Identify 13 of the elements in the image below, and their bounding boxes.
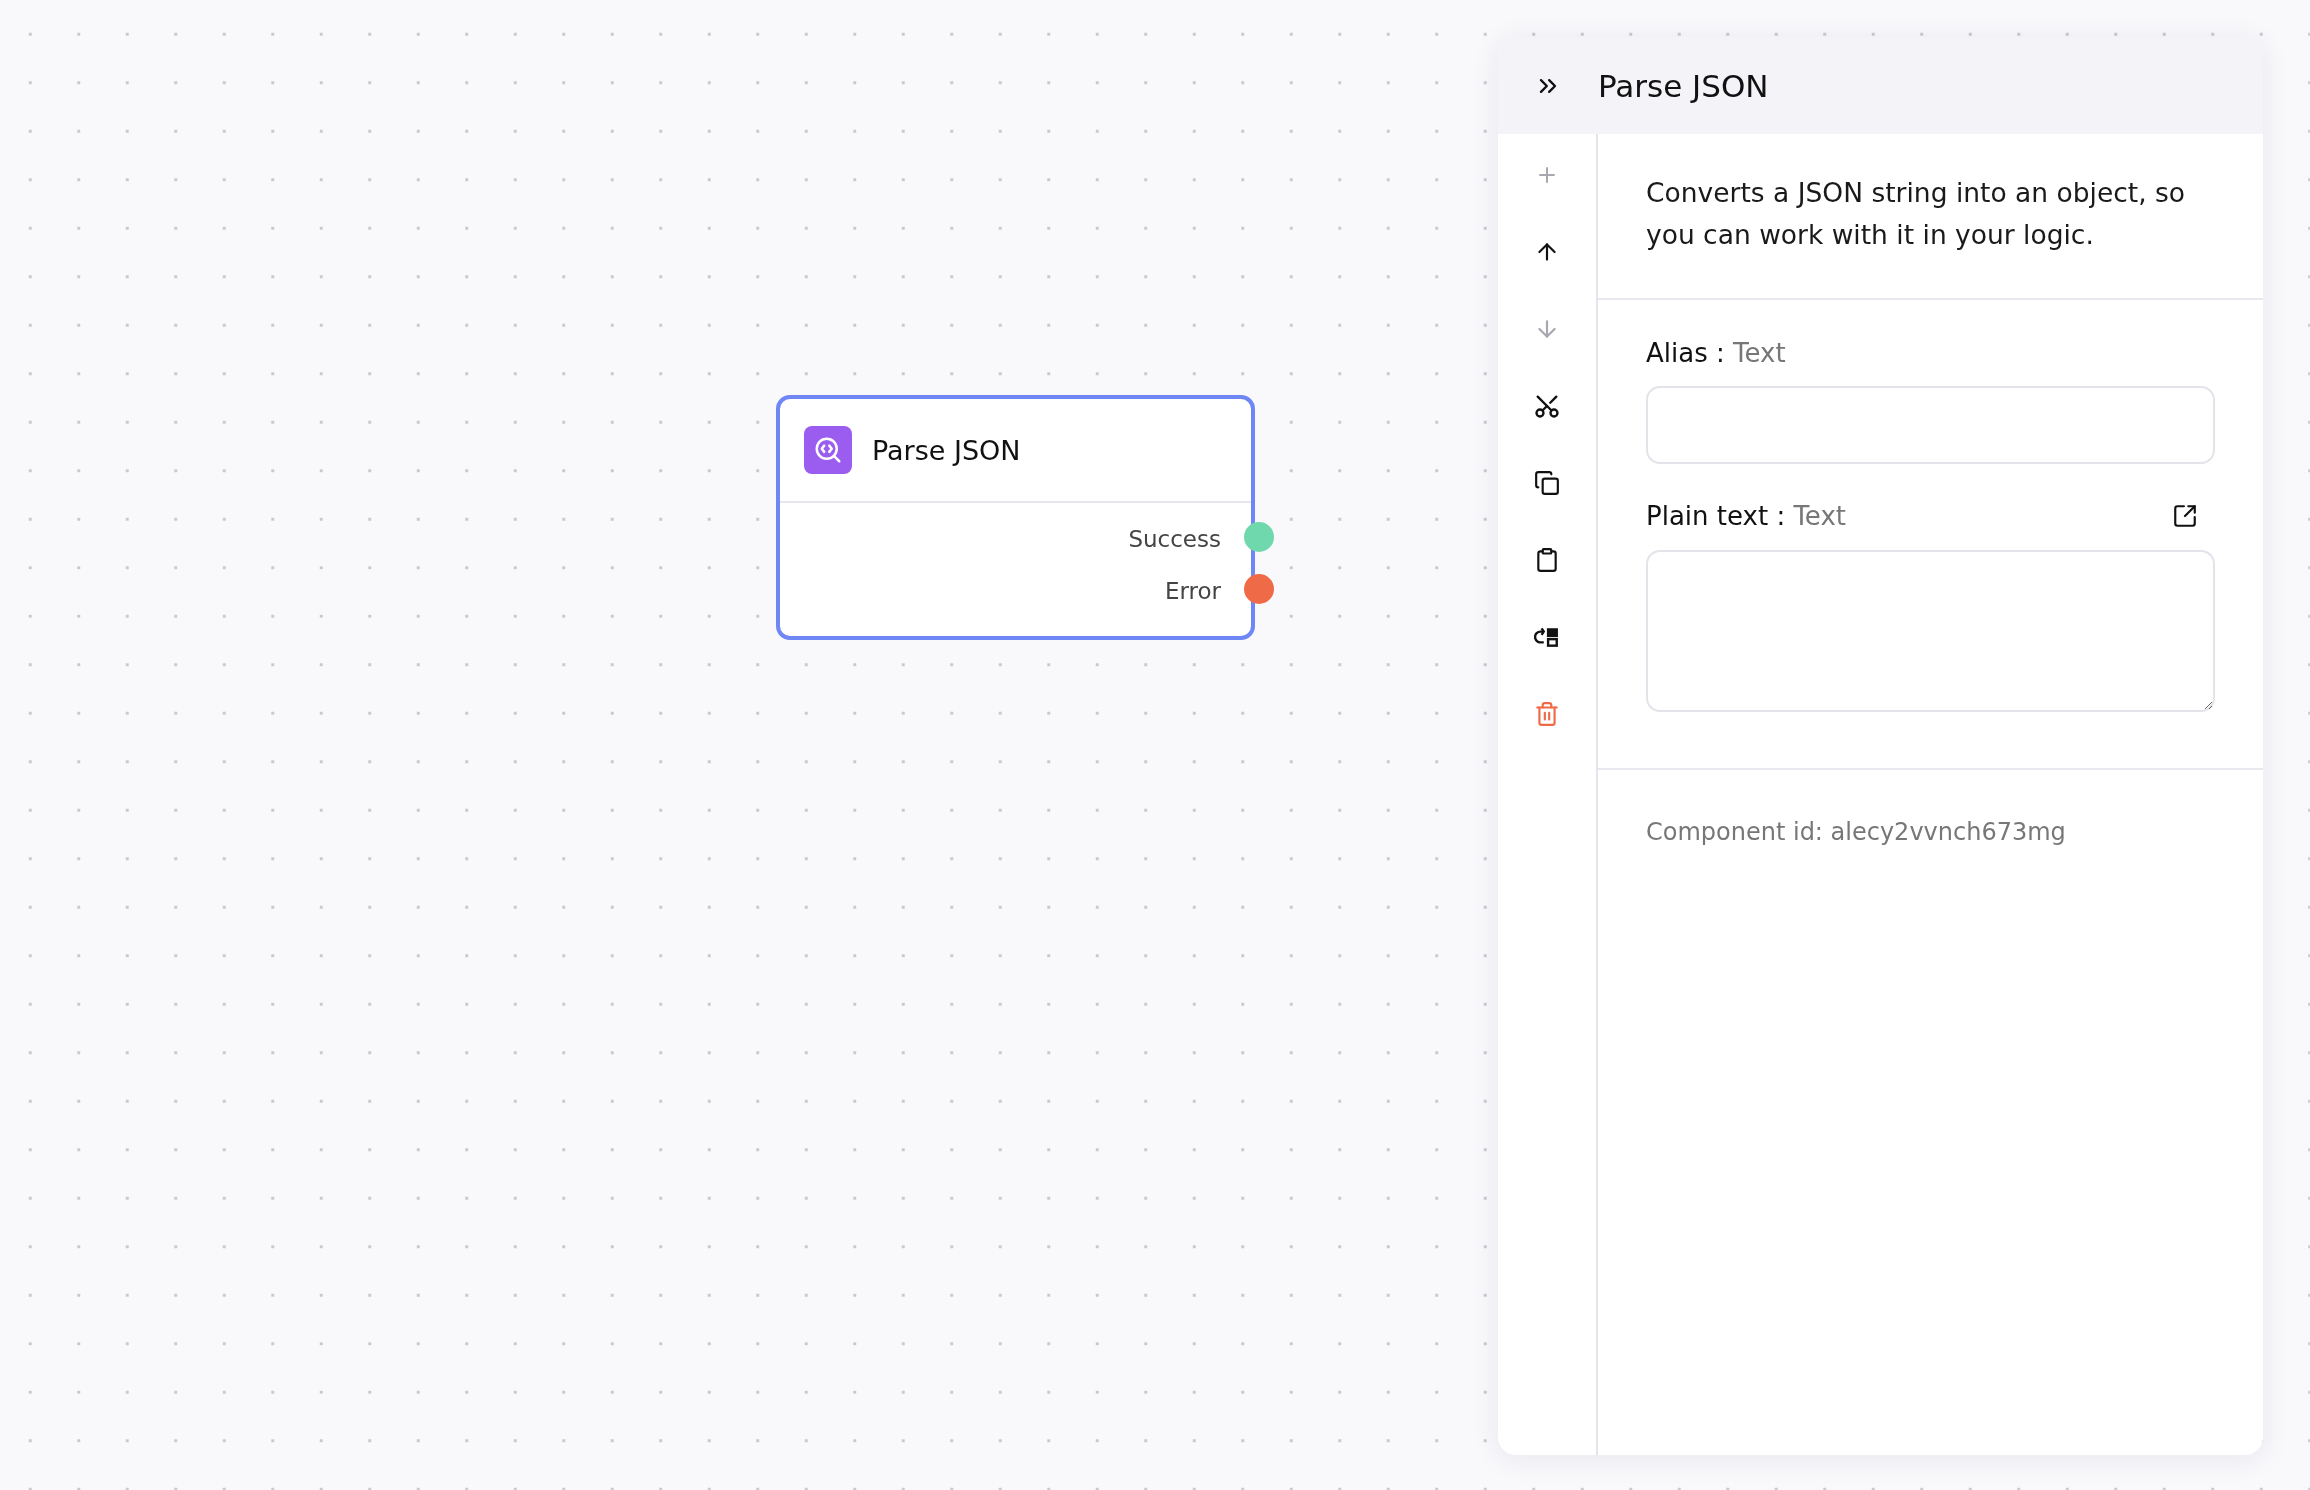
port-label: Error bbox=[1164, 578, 1221, 604]
port-label: Success bbox=[1128, 526, 1221, 552]
panel-title: Parse JSON bbox=[1598, 67, 1769, 104]
input-field[interactable] bbox=[1646, 386, 2215, 464]
flow-node[interactable]: Parse JSON Success Error bbox=[776, 395, 1255, 640]
port-dot[interactable] bbox=[1244, 574, 1274, 604]
search-code-icon bbox=[804, 426, 852, 474]
field-label: Plain text : Text bbox=[1646, 501, 1846, 531]
description-text: Converts a JSON string into an object, so you can work with it in your logic. bbox=[1646, 176, 2187, 252]
port-dot[interactable] bbox=[1244, 522, 1274, 552]
node-title: Parse JSON bbox=[872, 434, 1021, 466]
field-label: Alias : Text bbox=[1646, 338, 1786, 368]
component-id-text: Component id: alecy2vvnch673mg bbox=[1645, 817, 2067, 848]
